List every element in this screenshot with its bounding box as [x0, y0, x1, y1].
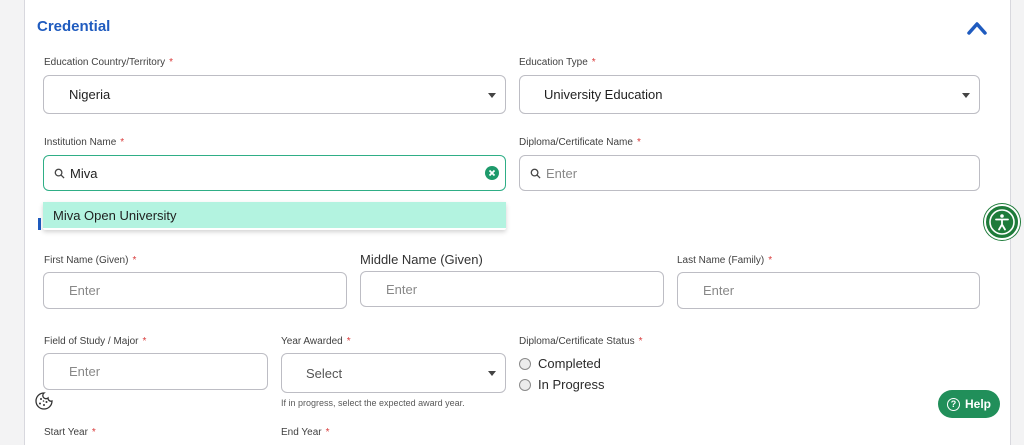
hidden-section-marker	[38, 218, 41, 230]
accessibility-button[interactable]	[984, 204, 1020, 240]
year-awarded-select[interactable]: Select	[281, 353, 506, 393]
radio-in-progress-label: In Progress	[538, 377, 605, 392]
middle-name-label: Middle Name (Given)	[360, 252, 483, 267]
year-awarded-hint: If in progress, select the expected awar…	[281, 398, 465, 408]
radio-completed-label: Completed	[538, 356, 601, 371]
radio-circle[interactable]	[519, 357, 531, 370]
education-country-select[interactable]: Nigeria	[43, 75, 506, 114]
help-label: Help	[964, 397, 991, 411]
radio-in-progress[interactable]: In Progress	[519, 377, 604, 392]
diploma-status-label: Diploma/Certificate Status *	[519, 336, 643, 347]
education-type-value: University Education	[544, 87, 663, 102]
year-awarded-value: Select	[306, 365, 343, 381]
search-icon	[530, 168, 541, 179]
institution-label: Institution Name *	[44, 137, 125, 148]
first-name-input[interactable]: Enter	[43, 272, 347, 309]
section-title: Credential	[37, 18, 111, 35]
diploma-name-label: Diploma/Certificate Name *	[519, 137, 641, 148]
institution-suggestions: Miva Open University	[43, 202, 506, 230]
accessibility-icon	[989, 209, 1015, 235]
middle-name-placeholder: Enter	[386, 281, 418, 297]
education-type-label: Education Type *	[519, 57, 596, 68]
last-name-placeholder: Enter	[703, 283, 735, 298]
middle-name-input[interactable]: Enter	[360, 271, 664, 307]
radio-completed[interactable]: Completed	[519, 356, 601, 371]
last-name-label: Last Name (Family) *	[677, 255, 773, 266]
institution-search-input[interactable]: Miva	[43, 155, 506, 191]
dropdown-arrow-icon	[488, 92, 496, 98]
education-country-label: Education Country/Territory *	[44, 57, 174, 68]
education-country-value: Nigeria	[69, 87, 111, 102]
clear-icon[interactable]	[485, 166, 499, 180]
dropdown-arrow-icon	[962, 92, 970, 98]
radio-circle[interactable]	[519, 378, 531, 391]
institution-value: Miva	[70, 165, 98, 181]
last-name-input[interactable]: Enter	[677, 272, 980, 309]
help-button[interactable]: ? Help	[938, 390, 1000, 418]
help-question-icon: ?	[946, 397, 960, 411]
diploma-name-placeholder: Enter	[546, 165, 578, 181]
first-name-label: First Name (Given) *	[44, 255, 137, 266]
suggestion-item[interactable]: Miva Open University	[43, 202, 506, 228]
end-year-label: End Year *	[281, 427, 330, 438]
year-awarded-label: Year Awarded *	[281, 336, 351, 347]
field-of-study-placeholder: Enter	[69, 364, 101, 379]
cookie-icon[interactable]	[34, 391, 54, 411]
diploma-name-input[interactable]: Enter	[519, 155, 980, 191]
first-name-placeholder: Enter	[69, 283, 101, 298]
dropdown-arrow-icon	[488, 371, 496, 376]
chevron-up-icon[interactable]	[966, 19, 988, 37]
field-of-study-input[interactable]: Enter	[43, 353, 268, 390]
start-year-label: Start Year *	[44, 427, 96, 438]
search-icon	[54, 168, 65, 179]
field-of-study-label: Field of Study / Major *	[44, 336, 147, 347]
education-type-select[interactable]: University Education	[519, 75, 980, 114]
